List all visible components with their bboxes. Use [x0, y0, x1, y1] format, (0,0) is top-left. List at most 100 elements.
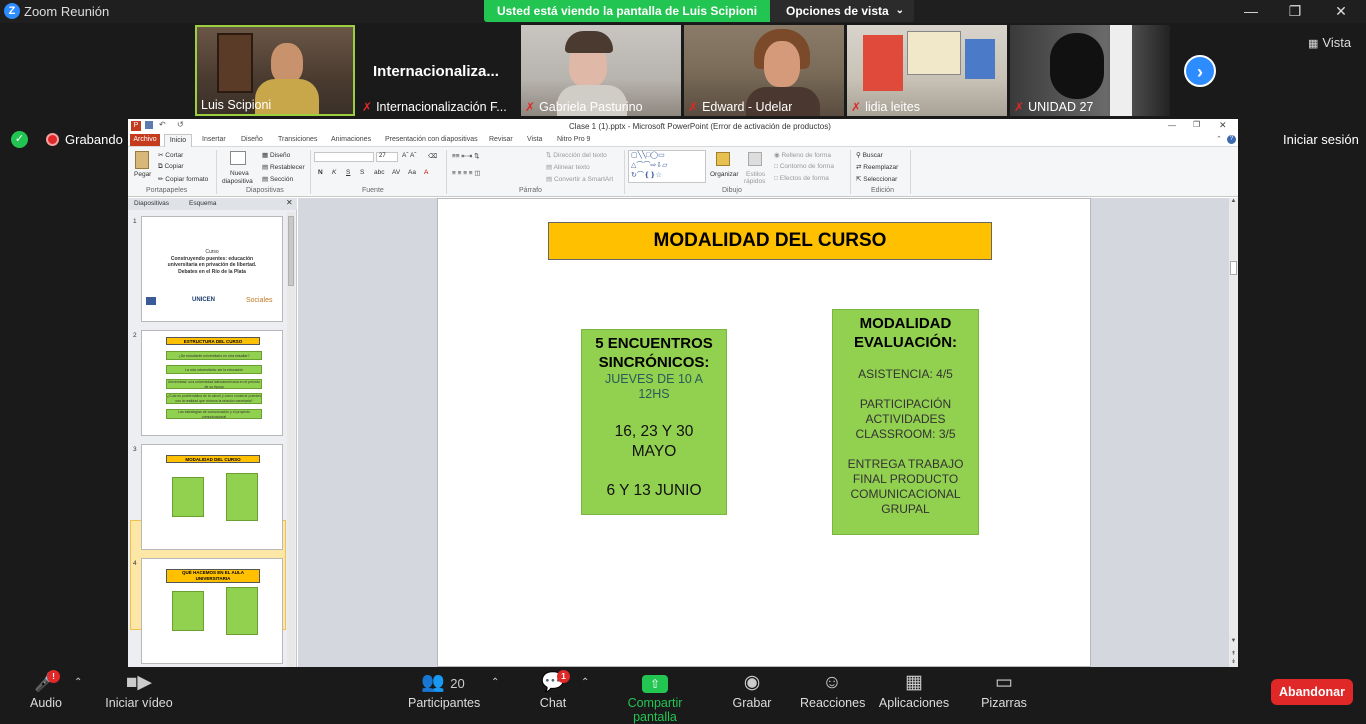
bullets-button[interactable]: ≡≡ ⇤⇥ ⇅: [452, 152, 480, 160]
video-tile[interactable]: ✗ Edward - Udelar: [684, 25, 844, 116]
paste-icon[interactable]: [135, 151, 149, 169]
close-button[interactable]: ✕: [1318, 1, 1364, 21]
font-color-button[interactable]: A: [424, 169, 428, 176]
sync-meetings-box[interactable]: 5 ENCUENTROS SINCRÓNICOS: JUEVES DE 10 A…: [581, 329, 727, 515]
scroll-knob[interactable]: [288, 216, 294, 286]
italic-button[interactable]: K: [332, 169, 336, 176]
reactions-button[interactable]: ☺ Reacciones: [800, 670, 865, 710]
font-size-select[interactable]: 27: [376, 152, 398, 162]
chat-options-caret[interactable]: ⌃: [581, 677, 589, 688]
shape-fill-button[interactable]: ◉ Relleno de forma: [774, 151, 831, 159]
shield-icon[interactable]: ✓: [11, 131, 28, 148]
audio-options-caret[interactable]: ⌃: [74, 677, 82, 688]
smartart-button[interactable]: ▤ Convertir a SmartArt: [546, 175, 613, 183]
view-button[interactable]: ▦ Vista: [1308, 35, 1351, 50]
redo-icon[interactable]: ↺: [177, 120, 184, 129]
tab-revisar[interactable]: Revisar: [489, 136, 513, 143]
quick-styles-button-line2[interactable]: rápidos: [744, 178, 765, 185]
tab-archivo[interactable]: Archivo: [130, 134, 160, 146]
font-name-select[interactable]: [314, 152, 374, 162]
video-tile[interactable]: ✗ Gabriela Pasturino: [521, 25, 681, 116]
start-video-button[interactable]: ■▶ Iniciar vídeo: [104, 670, 174, 710]
tab-inicio[interactable]: Inicio: [164, 134, 192, 147]
cut-button[interactable]: ✂ Cortar: [158, 151, 183, 159]
ribbon-collapse-icon[interactable]: ⌃: [1216, 135, 1222, 143]
format-painter-button[interactable]: ✏ Copiar formato: [158, 175, 208, 183]
spacing-button[interactable]: AV: [392, 169, 400, 176]
paste-button[interactable]: Pegar: [134, 171, 151, 178]
ppt-close-button[interactable]: ✕: [1219, 120, 1227, 131]
arrange-button[interactable]: Organizar: [710, 171, 739, 178]
scroll-up-icon[interactable]: ▲: [1229, 198, 1238, 207]
current-slide[interactable]: MODALIDAD DEL CURSO 5 ENCUENTROS SINCRÓN…: [437, 198, 1091, 667]
recording-label[interactable]: Grabando: [65, 132, 123, 147]
tab-diapositivas[interactable]: Diapositivas: [134, 200, 169, 207]
save-icon[interactable]: [145, 121, 153, 129]
apps-button[interactable]: ▦ Aplicaciones: [878, 670, 950, 710]
new-slide-icon[interactable]: [230, 151, 246, 165]
scroll-knob[interactable]: [1230, 261, 1237, 275]
replace-button[interactable]: ⇄ Reemplazar: [856, 163, 898, 171]
shape-outline-button[interactable]: □ Contorno de forma: [774, 163, 834, 170]
new-slide-button[interactable]: Nueva: [230, 170, 249, 177]
reset-button[interactable]: ▤ Restablecer: [262, 163, 305, 171]
underline-button[interactable]: S: [346, 169, 350, 176]
minimize-button[interactable]: —: [1228, 1, 1274, 21]
video-tile[interactable]: Internacionaliza... ✗ Internacionalizació…: [358, 25, 518, 116]
section-button[interactable]: ▤ Sección: [262, 175, 293, 183]
shadow-button[interactable]: S: [360, 169, 364, 176]
close-panel-icon[interactable]: ✕: [286, 198, 293, 207]
copy-button[interactable]: ⧉ Copiar: [158, 163, 184, 171]
new-slide-button-line2[interactable]: diapositiva: [222, 178, 253, 185]
participants-button[interactable]: 👥 20 Participantes: [408, 670, 480, 710]
font-grow-icon[interactable]: Aˆ Aˇ: [402, 152, 416, 159]
layout-button[interactable]: ▦ Diseño: [262, 151, 290, 159]
tab-presentacion[interactable]: Presentación con diapositivas: [385, 136, 478, 143]
strikethrough-button[interactable]: abc: [374, 169, 384, 176]
help-icon[interactable]: ?: [1227, 135, 1236, 144]
next-slide-icon[interactable]: ↡: [1229, 658, 1238, 666]
restore-button[interactable]: ❐: [1272, 1, 1318, 21]
arrange-icon[interactable]: [716, 152, 730, 166]
ppt-restore-button[interactable]: ❐: [1193, 120, 1200, 129]
next-page-button[interactable]: ›: [1184, 55, 1216, 87]
slide-thumbnail-2[interactable]: ESTRUCTURA DEL CURSO ¿De estudiante univ…: [141, 330, 283, 436]
select-button[interactable]: ⇱ Seleccionar: [856, 175, 897, 183]
shapes-gallery[interactable]: ▢╲╲□◯▭ △⌒⌒⇨⇩▱ ↻⌒❴❵☆: [628, 150, 706, 183]
evaluation-box[interactable]: MODALIDAD EVALUACIÓN: ASISTENCIA: 4/5 PA…: [832, 309, 979, 535]
leave-meeting-button[interactable]: Abandonar: [1271, 679, 1353, 705]
video-tile[interactable]: ✗ lidia leites: [847, 25, 1007, 116]
scroll-down-icon[interactable]: ▼: [1229, 638, 1238, 647]
align-buttons[interactable]: ≡ ≡ ≡ ≡ ◫: [452, 169, 481, 177]
view-options-button[interactable]: Opciones de vista ⌄: [770, 0, 914, 22]
participants-options-caret[interactable]: ⌃: [491, 677, 499, 688]
quick-styles-icon[interactable]: [748, 152, 762, 166]
slide-thumbnail-4[interactable]: QUÉ HACEMOS EN EL AULA UNIVERSITARIA: [141, 558, 283, 664]
text-direction-button[interactable]: ⇅ Dirección del texto: [546, 151, 607, 159]
clear-format-icon[interactable]: ⌫: [428, 152, 437, 160]
quick-styles-button[interactable]: Estilos: [746, 171, 765, 178]
tab-insertar[interactable]: Insertar: [202, 136, 226, 143]
bold-button[interactable]: N: [318, 169, 323, 176]
previous-slide-icon[interactable]: ↟: [1229, 650, 1238, 658]
tab-animaciones[interactable]: Animaciones: [331, 136, 371, 143]
tab-transiciones[interactable]: Transiciones: [278, 136, 317, 143]
case-button[interactable]: Aa: [408, 169, 416, 176]
video-tile[interactable]: ✗ UNIDAD 27: [1010, 25, 1170, 116]
thumbnails-scrollbar[interactable]: [287, 212, 295, 667]
tab-esquema[interactable]: Esquema: [189, 200, 216, 207]
signin-link[interactable]: Iniciar sesión: [1283, 132, 1359, 147]
undo-icon[interactable]: ↶: [159, 120, 166, 129]
shape-effects-button[interactable]: □ Efectos de forma: [774, 175, 829, 182]
align-text-button[interactable]: ▤ Alinear texto: [546, 163, 590, 171]
slide-title[interactable]: MODALIDAD DEL CURSO: [548, 222, 992, 260]
tab-diseno[interactable]: Diseño: [241, 136, 263, 143]
tab-nitro[interactable]: Nitro Pro 9: [557, 136, 590, 143]
whiteboards-button[interactable]: ▭ Pizarras: [980, 670, 1028, 710]
video-tile[interactable]: Luis Scipioni: [195, 25, 355, 116]
slide-thumbnail-1[interactable]: Curso Construyendo puentes: educación un…: [141, 216, 283, 322]
slide-thumbnail-3[interactable]: MODALIDAD DEL CURSO: [141, 444, 283, 550]
ppt-minimize-button[interactable]: —: [1168, 121, 1176, 130]
record-button[interactable]: ◉ Grabar: [732, 670, 772, 710]
tab-vista[interactable]: Vista: [527, 136, 542, 143]
